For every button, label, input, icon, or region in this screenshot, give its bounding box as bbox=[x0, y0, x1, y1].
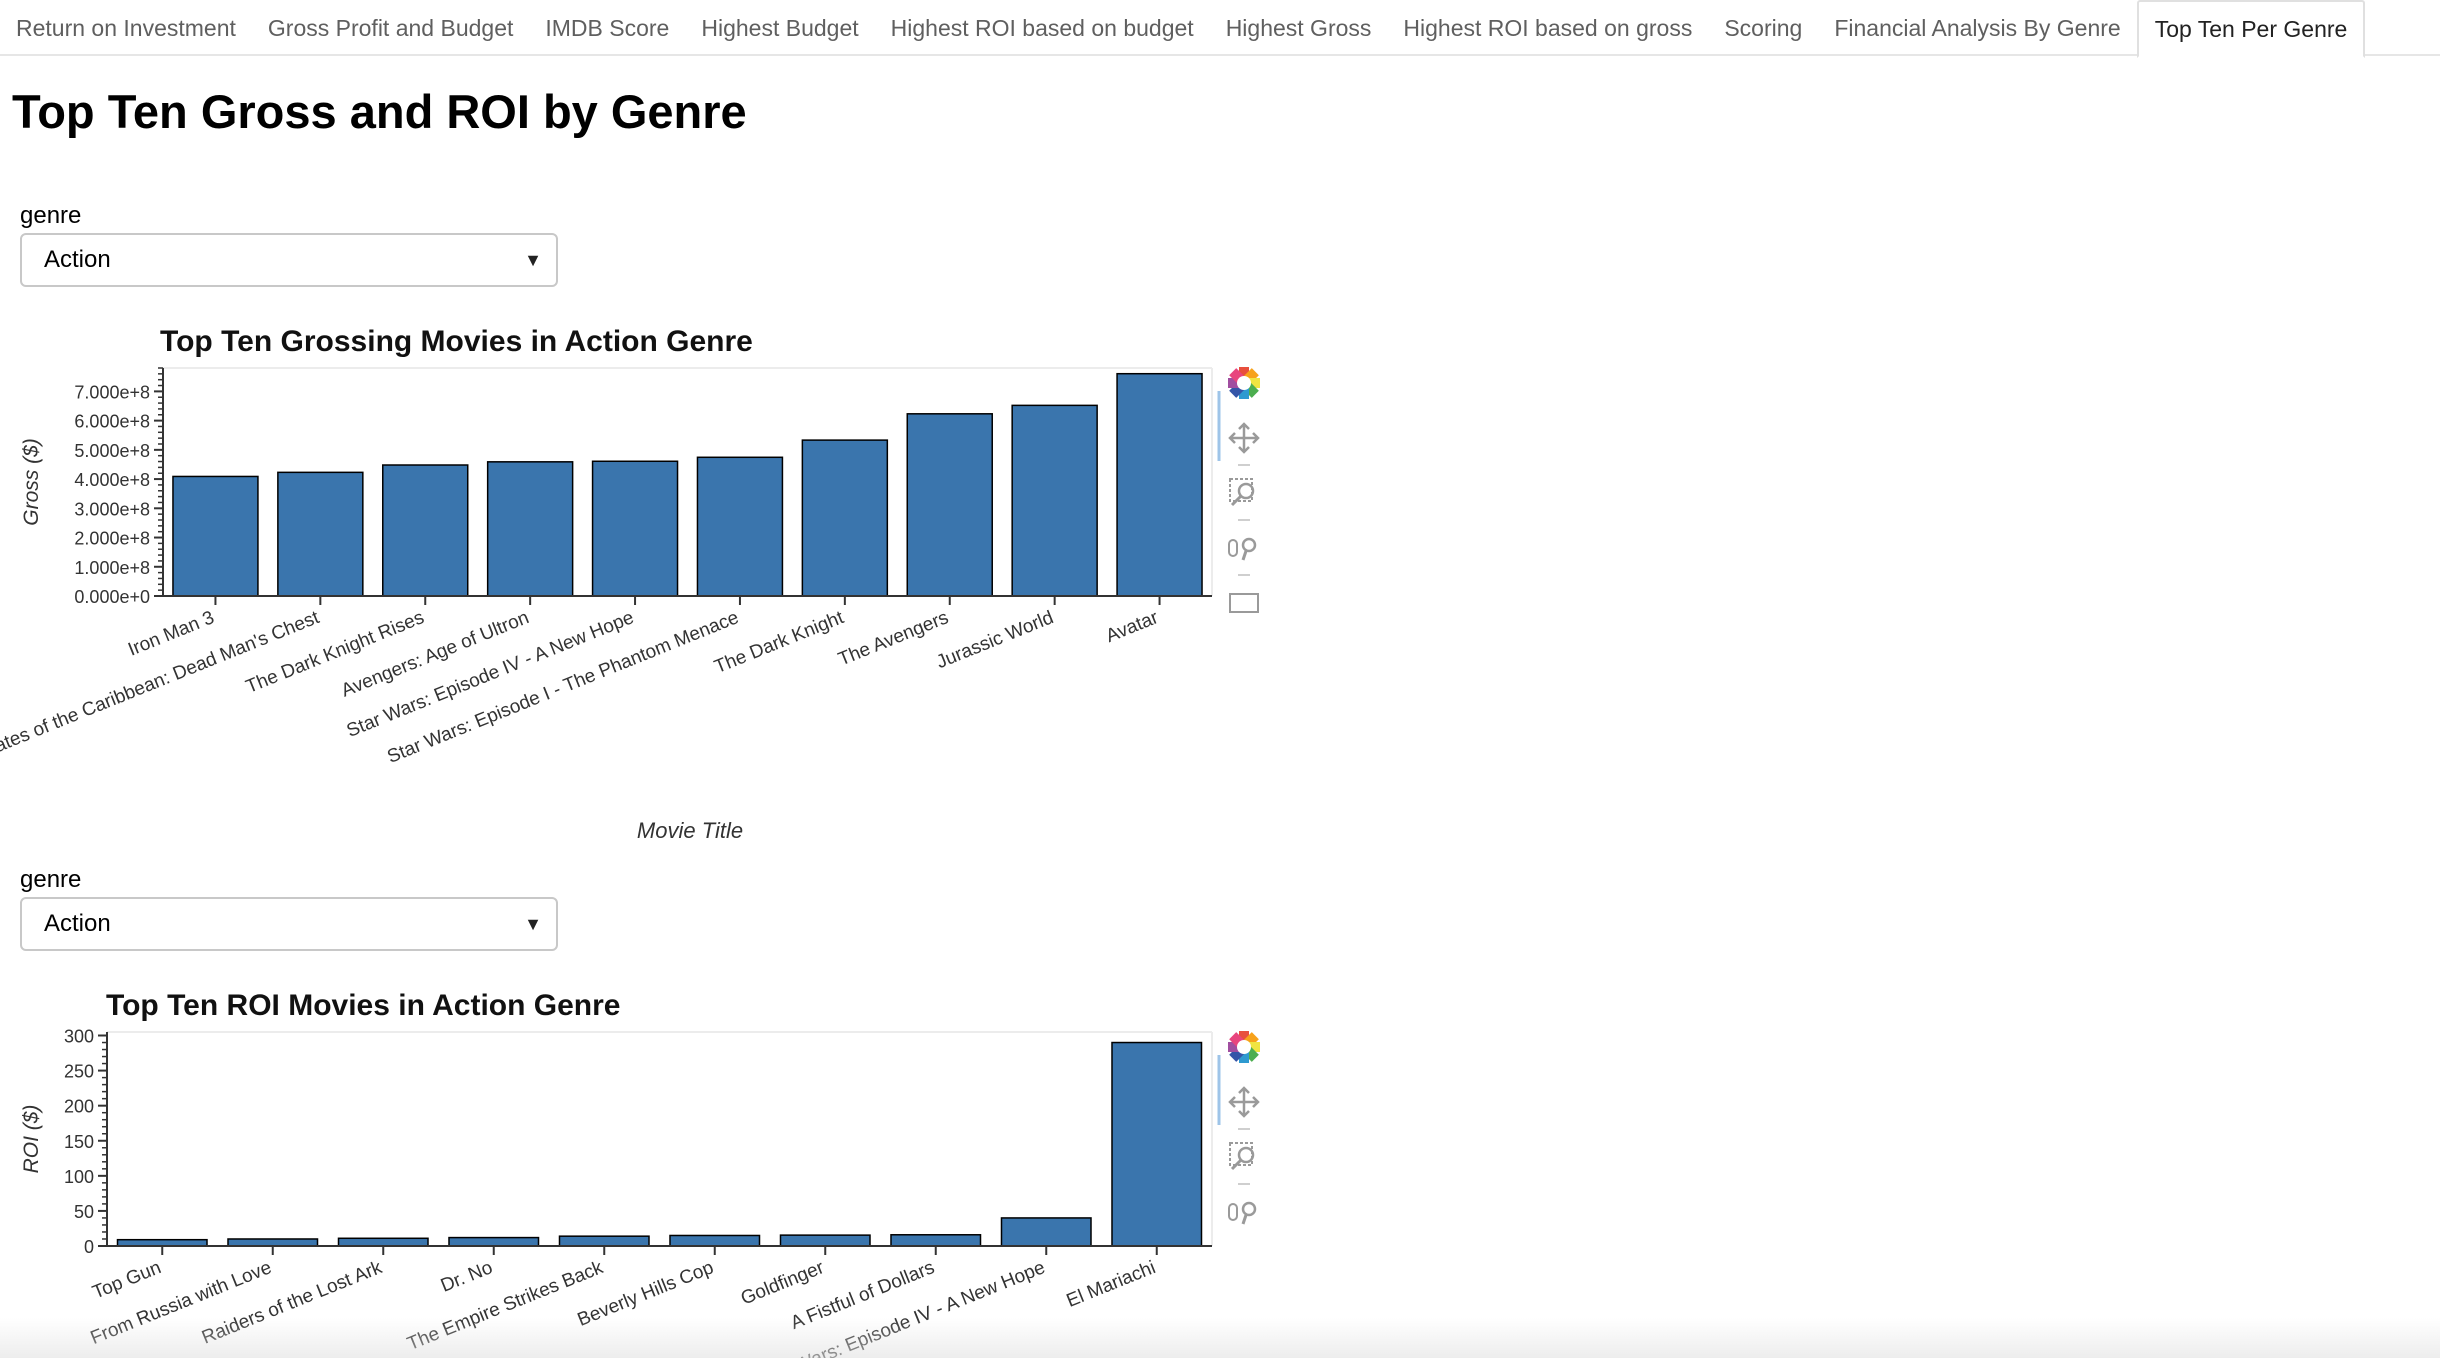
chart-title: Top Ten Grossing Movies in Action Genre bbox=[160, 325, 753, 358]
tab-gross-profit-and-budget[interactable]: Gross Profit and Budget bbox=[252, 0, 529, 56]
gross-chart: Top Ten Grossing Movies in Action Genre 0… bbox=[0, 325, 1260, 843]
bar bbox=[779, 1234, 871, 1247]
chart-title: Top Ten ROI Movies in Action Genre bbox=[106, 989, 620, 1022]
genre-label-1: genre bbox=[20, 202, 82, 229]
bar bbox=[448, 1236, 540, 1247]
y-tick-label: 0 bbox=[84, 1237, 94, 1257]
chevron-down-icon: ▼ bbox=[524, 250, 542, 270]
x-tick-label: Dr. No bbox=[438, 1257, 496, 1297]
bar bbox=[382, 464, 469, 597]
tab-highest-roi-based-on-gross[interactable]: Highest ROI based on gross bbox=[1387, 0, 1708, 56]
bar bbox=[1000, 1217, 1092, 1247]
y-tick-label: 0.000e+0 bbox=[74, 587, 150, 607]
bar bbox=[227, 1238, 319, 1247]
y-tick-label: 100 bbox=[64, 1167, 94, 1187]
x-tick-label: The Dark Knight Rises bbox=[243, 607, 427, 698]
y-tick-label: 1.000e+8 bbox=[74, 558, 150, 578]
bar bbox=[696, 456, 784, 597]
x-tick-label: Top Gun bbox=[90, 1257, 164, 1303]
pan-icon[interactable] bbox=[1228, 422, 1260, 454]
y-tick-label: 50 bbox=[74, 1202, 94, 1222]
bar bbox=[1116, 372, 1203, 597]
x-tick-label: The Avengers bbox=[835, 607, 951, 670]
save-icon[interactable] bbox=[1229, 593, 1259, 613]
roi-chart: Top Ten ROI Movies in Action Genre 0 50 100… bbox=[20, 989, 1260, 1358]
bokeh-logo-icon[interactable] bbox=[1228, 1031, 1260, 1063]
y-tick-label: 4.000e+8 bbox=[74, 470, 150, 490]
tab-top-ten-per-genre[interactable]: Top Ten Per Genre bbox=[2136, 0, 2366, 58]
bar bbox=[890, 1234, 982, 1247]
tab-return-on-investment[interactable]: Return on Investment bbox=[0, 0, 252, 56]
genre-label-2: genre bbox=[20, 866, 82, 893]
page-bottom-fade bbox=[0, 1318, 2440, 1358]
tab-scoring[interactable]: Scoring bbox=[1708, 0, 1818, 56]
bar bbox=[1011, 404, 1098, 597]
tab-financial-analysis-by-genre[interactable]: Financial Analysis By Genre bbox=[1818, 0, 2136, 56]
bar bbox=[277, 471, 364, 597]
x-tick-label: El Mariachi bbox=[1064, 1257, 1159, 1312]
y-tick-label: 6.000e+8 bbox=[74, 412, 150, 432]
y-tick-label: 250 bbox=[64, 1062, 94, 1082]
page-title: Top Ten Gross and ROI by Genre bbox=[12, 85, 747, 138]
x-tick-label: Jurassic World bbox=[933, 607, 1056, 673]
bar bbox=[1111, 1041, 1203, 1247]
y-tick-label: 5.000e+8 bbox=[74, 441, 150, 461]
box-zoom-icon[interactable] bbox=[1229, 1142, 1255, 1171]
y-tick-label: 3.000e+8 bbox=[74, 499, 150, 519]
genre-select-value: Action bbox=[44, 910, 111, 937]
tab-highest-gross[interactable]: Highest Gross bbox=[1210, 0, 1388, 56]
x-tick-label: Avatar bbox=[1103, 607, 1162, 647]
bar bbox=[486, 461, 574, 597]
y-tick-label: 7.000e+8 bbox=[74, 382, 150, 402]
y-tick-label: 200 bbox=[64, 1097, 94, 1117]
x-tick-label: Goldfinger bbox=[738, 1257, 828, 1310]
wheel-zoom-icon[interactable] bbox=[1228, 537, 1257, 561]
bar bbox=[801, 439, 889, 597]
genre-select-value: Action bbox=[44, 246, 111, 273]
tab-bar: Return on Investment Gross Profit and Bud… bbox=[0, 0, 2440, 58]
wheel-zoom-icon[interactable] bbox=[1228, 1201, 1257, 1225]
bar bbox=[669, 1234, 761, 1247]
box-zoom-icon[interactable] bbox=[1229, 478, 1255, 507]
pan-icon[interactable] bbox=[1228, 1086, 1260, 1118]
y-tick-label: 2.000e+8 bbox=[74, 529, 150, 549]
chevron-down-icon: ▼ bbox=[524, 914, 542, 934]
bar bbox=[172, 475, 259, 597]
y-axis-label: Gross ($) bbox=[20, 438, 43, 526]
bar bbox=[906, 413, 993, 597]
y-tick-label: 300 bbox=[64, 1027, 94, 1047]
bokeh-logo-icon[interactable] bbox=[1228, 367, 1260, 399]
genre-select-1[interactable]: Action ▼ bbox=[20, 233, 558, 287]
y-axis-label: ROI ($) bbox=[20, 1105, 43, 1174]
bar bbox=[558, 1235, 650, 1247]
genre-select-2[interactable]: Action ▼ bbox=[20, 897, 558, 951]
bar bbox=[337, 1237, 429, 1247]
tab-imdb-score[interactable]: IMDB Score bbox=[529, 0, 685, 56]
tab-highest-budget[interactable]: Highest Budget bbox=[685, 0, 874, 56]
x-axis-label: Movie Title bbox=[637, 818, 743, 843]
bar bbox=[591, 460, 679, 597]
y-tick-label: 150 bbox=[64, 1132, 94, 1152]
tab-highest-roi-based-on-budget[interactable]: Highest ROI based on budget bbox=[875, 0, 1210, 56]
